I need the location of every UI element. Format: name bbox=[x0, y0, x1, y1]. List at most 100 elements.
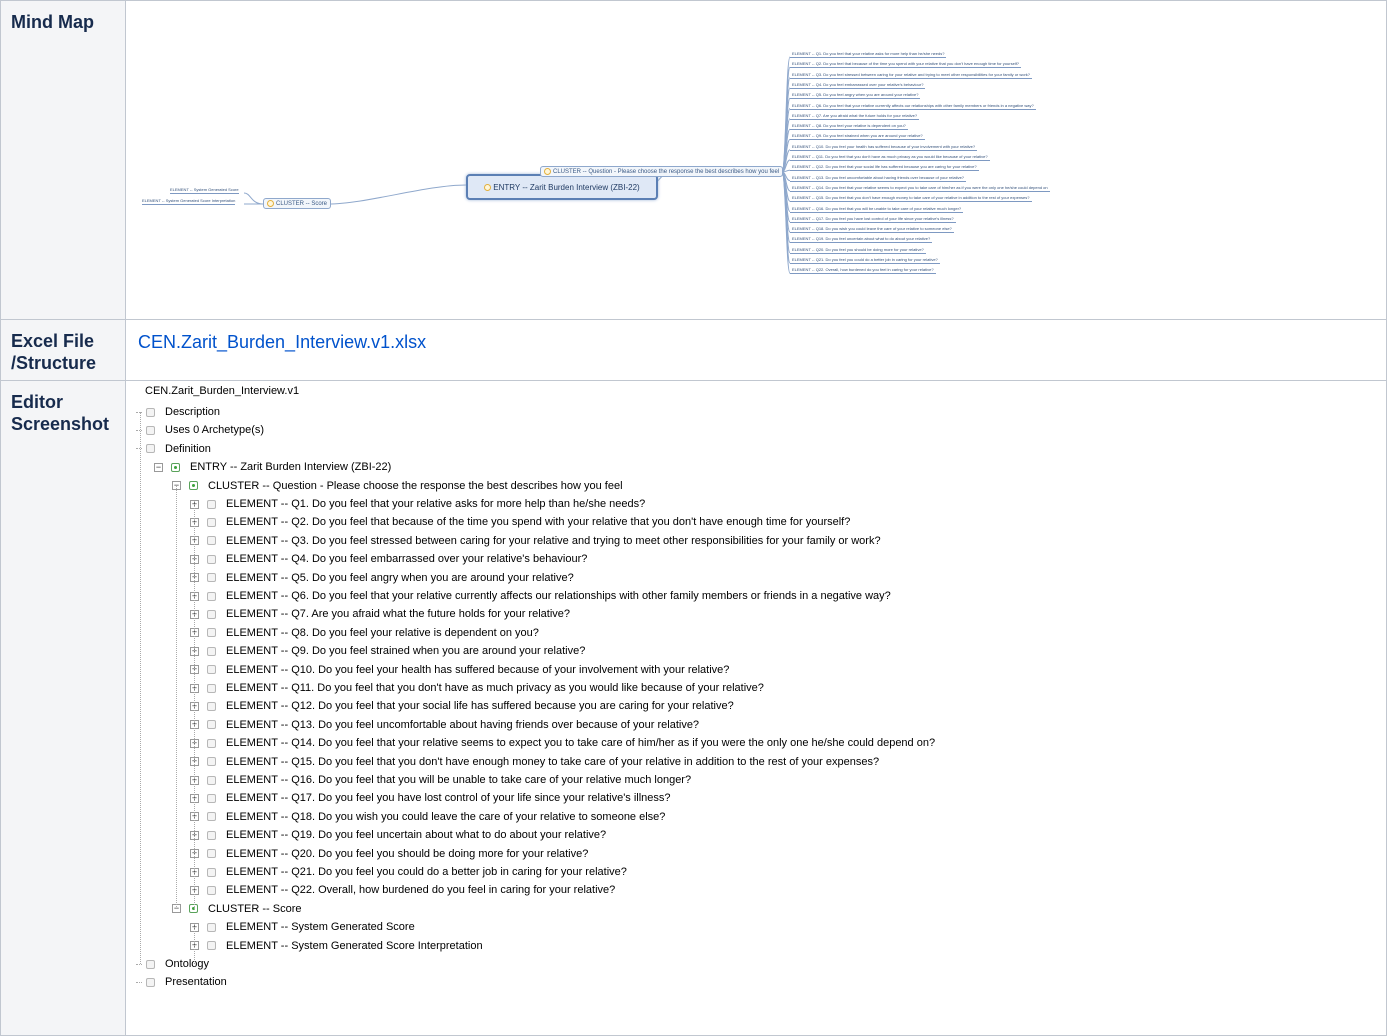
tree-node-label: ELEMENT -- Q13. Do you feel uncomfortabl… bbox=[226, 718, 700, 731]
tree-node-label: ELEMENT -- Q1. Do you feel that your rel… bbox=[226, 498, 646, 510]
tree-element-node[interactable]: + ELEMENT -- Q20. Do you feel you should … bbox=[190, 845, 588, 863]
mindmap-question-element: ELEMENT -- Q18. Do you wish you could le… bbox=[790, 226, 954, 234]
node-icon bbox=[146, 425, 155, 435]
tree-element-node[interactable]: + ELEMENT -- Q1. Do you feel that your re… bbox=[190, 495, 645, 513]
mindmap-question-element: ELEMENT -- Q22. Overall, how burdened do… bbox=[790, 267, 936, 275]
tree-node-label: ELEMENT -- System Generated Score Interp… bbox=[226, 939, 483, 952]
editor-header: Editor Screenshot bbox=[0, 380, 126, 1036]
tree-node-label: ELEMENT -- Q5. Do you feel angry when yo… bbox=[226, 571, 574, 584]
collapse-icon[interactable]: − bbox=[154, 462, 163, 472]
mindmap-score-element: ELEMENT -- System Generated Score Interp… bbox=[142, 198, 236, 205]
tree-element-node[interactable]: + ELEMENT -- Q16. Do you feel that you wi… bbox=[190, 771, 691, 789]
tree-node-label: ELEMENT -- Q18. Do you wish you could le… bbox=[226, 810, 666, 823]
tree-node-label: Uses 0 Archetype(s) bbox=[165, 424, 265, 437]
mindmap-question-element: ELEMENT -- Q8. Do you feel your relative… bbox=[790, 123, 908, 131]
tree-item[interactable]: Presentation bbox=[136, 973, 227, 991]
tree-element-node[interactable]: + ELEMENT -- Q22. Overall, how burdened d… bbox=[190, 881, 615, 899]
node-icon bbox=[207, 536, 216, 546]
tree-element-node[interactable]: + ELEMENT -- Q12. Do you feel that your s… bbox=[190, 697, 734, 715]
mindmap-connector bbox=[327, 184, 467, 205]
tree-entry-node[interactable]: − ENTRY -- Zarit Burden Interview (ZBI-22… bbox=[154, 458, 391, 476]
tree-element-node[interactable]: + ELEMENT -- Q6. Do you feel that your re… bbox=[190, 587, 891, 605]
node-icon bbox=[207, 701, 216, 711]
node-icon bbox=[207, 646, 216, 656]
tree-element-node[interactable]: + ELEMENT -- Q13. Do you feel uncomfortab… bbox=[190, 716, 699, 734]
excel-header: Excel File /Structure bbox=[0, 319, 126, 381]
excel-file-link[interactable]: CEN.Zarit_Burden_Interview.v1.xlsx bbox=[138, 332, 426, 353]
node-icon bbox=[207, 738, 216, 748]
tree-node-label: Definition bbox=[165, 442, 211, 455]
tree-element-node[interactable]: + ELEMENT -- Q8. Do you feel your relativ… bbox=[190, 624, 539, 642]
mindmap-question-element: ELEMENT -- Q10. Do you feel your health … bbox=[790, 143, 978, 151]
content-table: Mind Map ENTRY -- Zarit Burden Interview… bbox=[0, 0, 1387, 1036]
tree-node-label: ELEMENT -- System Generated Score bbox=[226, 921, 415, 934]
mindmap-question-element: ELEMENT -- Q2. Do you feel that because … bbox=[790, 61, 1022, 69]
node-icon bbox=[207, 867, 216, 877]
mindmap-question-element: ELEMENT -- Q13. Do you feel uncomfortabl… bbox=[790, 174, 967, 182]
mindmap-question-element: ELEMENT -- Q7. Are you afraid what the f… bbox=[790, 112, 920, 120]
mindmap-question-element: ELEMENT -- Q16. Do you feel that you wil… bbox=[790, 205, 964, 213]
editor-cell: CEN.Zarit_Burden_Interview.v1 Descriptio… bbox=[125, 380, 1387, 1036]
cluster-node-icon bbox=[267, 200, 274, 207]
tree-element-node[interactable]: + ELEMENT -- Q19. Do you feel uncertain a… bbox=[190, 826, 606, 844]
tree-guide-line bbox=[176, 485, 177, 909]
mindmap-row: Mind Map ENTRY -- Zarit Burden Interview… bbox=[0, 0, 1387, 320]
tree-cluster-node[interactable]: − CLUSTER -- Question - Please choose the… bbox=[172, 477, 623, 495]
tree-element-node[interactable]: + ELEMENT -- Q21. Do you feel you could d… bbox=[190, 863, 627, 881]
mindmap-question-element: ELEMENT -- Q3. Do you feel stressed betw… bbox=[790, 71, 1033, 79]
node-icon bbox=[207, 830, 216, 840]
node-icon bbox=[146, 959, 155, 969]
mind-map-image: ENTRY -- Zarit Burden Interview (ZBI-22)… bbox=[126, 1, 1387, 319]
tree-guide-line bbox=[194, 504, 195, 909]
mindmap-root-label: ENTRY -- Zarit Burden Interview (ZBI-22) bbox=[493, 182, 640, 192]
mind-map-connectors bbox=[243, 56, 791, 274]
node-icon bbox=[207, 793, 216, 803]
tree-element-node[interactable]: + ELEMENT -- Q17. Do you feel you have lo… bbox=[190, 789, 671, 807]
tree-element-node[interactable]: + ELEMENT -- Q11. Do you feel that you do… bbox=[190, 679, 764, 697]
tree-item[interactable]: Uses 0 Archetype(s) bbox=[136, 421, 264, 439]
tree-element-node[interactable]: + ELEMENT -- Q2. Do you feel that because… bbox=[190, 513, 850, 531]
tree-item[interactable]: Description bbox=[136, 403, 220, 421]
tree-element-node[interactable]: + ELEMENT -- Q3. Do you feel stressed bet… bbox=[190, 532, 881, 550]
mindmap-cluster-question-label: CLUSTER -- Question - Please choose the … bbox=[553, 168, 780, 175]
mindmap-question-element: ELEMENT -- Q1. Do you feel that your rel… bbox=[790, 51, 947, 58]
tree-element-node[interactable]: + ELEMENT -- Q4. Do you feel embarrassed … bbox=[190, 550, 587, 568]
tree-node-label: ELEMENT -- Q22. Overall, how burdened do… bbox=[226, 884, 616, 897]
mindmap-question-element: ELEMENT -- Q5. Do you feel angry when yo… bbox=[790, 92, 921, 100]
node-icon bbox=[207, 665, 216, 675]
tree-connector bbox=[136, 411, 142, 413]
node-icon bbox=[207, 812, 216, 822]
editor-row: Editor Screenshot CEN.Zarit_Burden_Inter… bbox=[0, 380, 1387, 1036]
tree-node-label: ELEMENT -- Q15. Do you feel that you don… bbox=[226, 755, 880, 768]
tree-node-label: ELEMENT -- Q8. Do you feel your relative… bbox=[226, 626, 539, 639]
mindmap-root-node: ENTRY -- Zarit Burden Interview (ZBI-22) bbox=[466, 174, 658, 200]
tree-item[interactable]: Definition bbox=[136, 440, 211, 458]
node-active-icon bbox=[189, 481, 198, 491]
tree-node-label: ELEMENT -- Q21. Do you feel you could do… bbox=[226, 866, 627, 878]
tree-item[interactable]: Ontology bbox=[136, 955, 209, 973]
node-icon bbox=[207, 757, 216, 767]
tree-node-label: ELEMENT -- Q6. Do you feel that your rel… bbox=[226, 590, 891, 602]
tree-element-node[interactable]: + ELEMENT -- Q18. Do you wish you could l… bbox=[190, 808, 665, 826]
mindmap-question-element: ELEMENT -- Q6. Do you feel that your rel… bbox=[790, 102, 1036, 110]
tree-guide-line bbox=[140, 412, 141, 964]
node-icon bbox=[207, 591, 216, 601]
tree-element-node[interactable]: + ELEMENT -- System Generated Score Inter… bbox=[190, 937, 483, 955]
tree-cluster-node[interactable]: − CLUSTER -- Score bbox=[172, 900, 302, 918]
mindmap-header-text: Mind Map bbox=[11, 12, 94, 32]
cluster-node-icon bbox=[544, 168, 551, 175]
mindmap-question-element: ELEMENT -- Q20. Do you feel you should b… bbox=[790, 246, 926, 254]
node-icon bbox=[207, 628, 216, 638]
node-icon bbox=[207, 941, 216, 951]
tree-element-node[interactable]: + ELEMENT -- Q9. Do you feel strained whe… bbox=[190, 642, 585, 660]
archetype-title: CEN.Zarit_Burden_Interview.v1 bbox=[145, 385, 300, 397]
node-icon bbox=[146, 977, 155, 987]
node-icon bbox=[207, 499, 216, 509]
mindmap-question-element: ELEMENT -- Q17. Do you feel you have los… bbox=[790, 215, 956, 223]
tree-element-node[interactable]: + ELEMENT -- Q5. Do you feel angry when y… bbox=[190, 569, 574, 587]
tree-element-node[interactable]: + ELEMENT -- Q10. Do you feel your health… bbox=[190, 661, 729, 679]
tree-element-node[interactable]: + ELEMENT -- Q15. Do you feel that you do… bbox=[190, 753, 879, 771]
tree-element-node[interactable]: + ELEMENT -- System Generated Score bbox=[190, 918, 415, 936]
tree-element-node[interactable]: + ELEMENT -- Q7. Are you afraid what the … bbox=[190, 605, 570, 623]
tree-element-node[interactable]: + ELEMENT -- Q14. Do you feel that your r… bbox=[190, 734, 935, 752]
